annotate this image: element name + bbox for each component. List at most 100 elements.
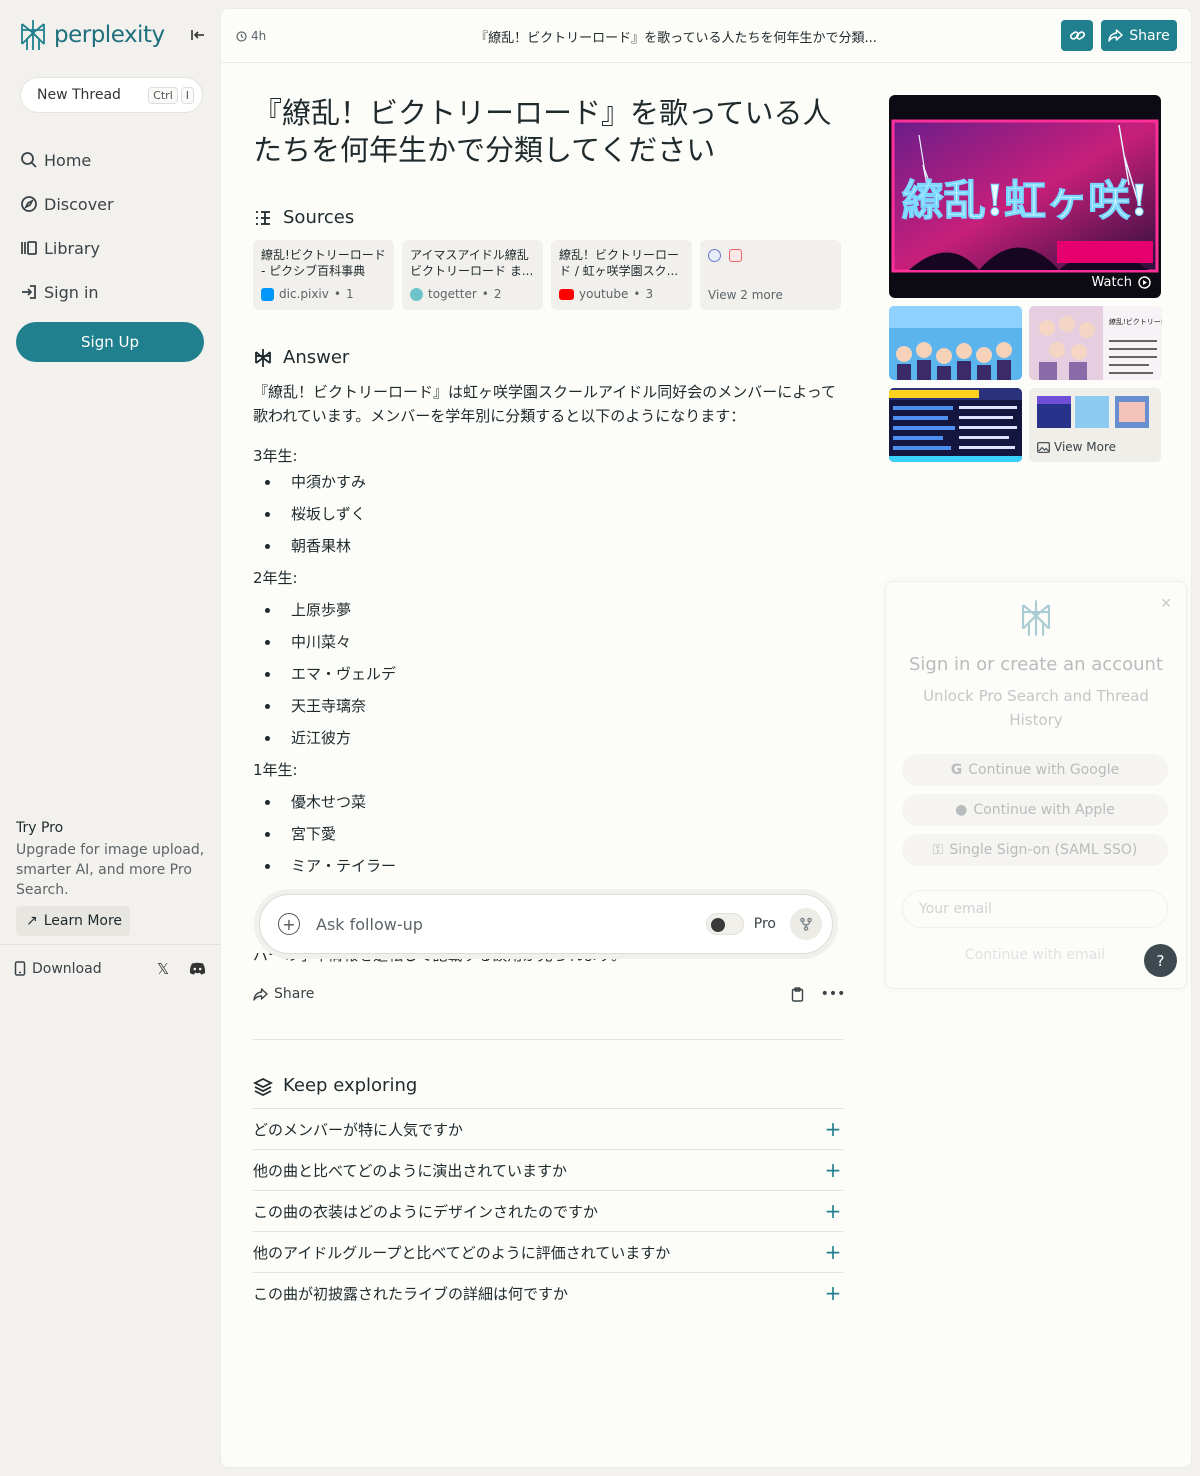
learn-more-label: Learn More [43, 913, 123, 929]
related-question-text: 他のアイドルグループと比べてどのように評価されていますか [253, 1243, 671, 1262]
list-item: 近江彼方 [253, 722, 843, 754]
related-question[interactable]: この曲が初披露されたライブの詳細は何ですか + [253, 1272, 843, 1313]
grade-heading: 1年生: [253, 761, 298, 779]
pro-toggle[interactable] [705, 913, 744, 935]
image-thumbnail[interactable] [889, 388, 1022, 462]
keep-exploring-label: Keep exploring [283, 1075, 418, 1096]
sources-section: Sources 繚乱!ビクトリーロード - ピクシブ百科事典 dic.pixiv… [253, 207, 843, 310]
pro-label: Pro [753, 916, 776, 932]
related-question[interactable]: どのメンバーが特に人気ですか + [253, 1108, 843, 1149]
close-icon[interactable]: ✕ [1160, 596, 1172, 612]
related-question[interactable]: 他の曲と比べてどのように演出されていますか + [253, 1149, 843, 1190]
watch-label-wrap: Watch [1092, 275, 1151, 290]
sign-in-subtitle: Unlock Pro Search and Thread History [923, 687, 1149, 729]
answer-actions: Share ••• [253, 984, 846, 1004]
sidebar-item-library[interactable]: Library [20, 226, 210, 270]
thread-age: 4h [236, 29, 266, 43]
continue-apple-button[interactable]: ● Continue with Apple [902, 794, 1168, 826]
continue-google-label: Continue with Google [968, 762, 1120, 778]
share-answer-label: Share [274, 986, 315, 1002]
main-panel: 4h 『繚乱！ビクトリーロード』を歌っている人たちを何年生かで分類... Sha… [220, 8, 1192, 1468]
share-icon [253, 987, 268, 1001]
source-number: 1 [345, 287, 354, 301]
sidebar-item-label: Discover [44, 194, 114, 214]
follow-up-input[interactable] [316, 914, 706, 934]
view-more-sources-card[interactable]: View 2 more [700, 240, 841, 310]
source-cards: 繚乱!ビクトリーロード - ピクシブ百科事典 dic.pixiv • 1 アイマ… [253, 240, 843, 310]
collapse-sidebar-icon[interactable] [190, 27, 208, 45]
layers-icon [253, 1077, 273, 1096]
list-item: 天王寺璃奈 [253, 690, 843, 722]
section-divider [253, 1039, 843, 1040]
sso-button[interactable]: ⚿ Single Sign-on (SAML SSO) [902, 834, 1168, 866]
related-question[interactable]: この曲の衣装はどのようにデザインされたのですか + [253, 1190, 843, 1231]
view-more-images-card[interactable]: View More [1029, 388, 1161, 462]
brand-name: perplexity [54, 22, 165, 48]
search-icon [21, 152, 37, 168]
answer-intro: 『繚乱！ビクトリーロード』は虹ヶ咲学園スクールアイドル同好会のメンバーによって歌… [253, 383, 837, 425]
source-card[interactable]: 繚乱!ビクトリーロード - ピクシブ百科事典 dic.pixiv • 1 [253, 240, 394, 310]
member-list: 上原歩夢 中川菜々 エマ・ヴェルデ 天王寺璃奈 近江彼方 [253, 594, 843, 754]
view-more-images: View More [1037, 440, 1116, 454]
try-pro-panel: Try Pro Upgrade for image upload, smarte… [16, 820, 206, 936]
new-thread-button[interactable]: New Thread Ctrl I [20, 77, 203, 113]
more-favicons [708, 249, 833, 262]
download-button[interactable]: Download [14, 961, 138, 977]
list-item: ミア・テイラー [253, 850, 843, 882]
sidebar: perplexity New Thread Ctrl I Home Discov… [0, 0, 220, 1476]
plus-icon: + [824, 1199, 842, 1223]
source-title: アイマスアイドル繚乱ビクトリーロード ま... [410, 248, 534, 278]
related-question-text: この曲が初披露されたライブの詳細は何ですか [253, 1284, 569, 1303]
share-thread-button[interactable]: Share [1101, 20, 1177, 51]
thread-age-label: 4h [251, 29, 267, 43]
list-item: 中川菜々 [253, 626, 843, 658]
grade-heading: 3年生: [253, 447, 298, 465]
learn-more-button[interactable]: ↗ Learn More [16, 906, 131, 936]
question-title: 『繚乱！ビクトリーロード』を歌っている人たちを何年生かで分類してください [253, 96, 832, 167]
continue-email-button[interactable]: Continue with email [902, 940, 1168, 970]
shortcut-key-i: I [180, 86, 194, 104]
source-card[interactable]: 繚乱！ビクトリーロード / 虹ヶ咲学園スク... youtube • 3 [551, 240, 692, 310]
more-options-icon[interactable]: ••• [821, 984, 846, 1004]
pixiv-favicon-icon [261, 287, 274, 301]
logo[interactable]: perplexity [18, 18, 165, 52]
sidebar-item-home[interactable]: Home [20, 138, 210, 182]
download-label: Download [32, 960, 102, 977]
sidebar-item-sign-in[interactable]: Sign in [20, 270, 210, 314]
watch-label: Watch [1091, 275, 1132, 290]
dot-separator: • [481, 287, 489, 301]
video-thumbnail[interactable]: 繚乱!虹ヶ咲! Watch [889, 95, 1161, 298]
source-card[interactable]: アイマスアイドル繚乱ビクトリーロード ま... togetter • 2 [402, 240, 543, 310]
related-question[interactable]: 他のアイドルグループと比べてどのように評価されていますか + [253, 1231, 843, 1272]
image-thumbnail[interactable] [889, 306, 1022, 380]
sign-in-title: Sign in or create an account [909, 654, 1163, 675]
image-artwork [889, 388, 1022, 462]
x-twitter-icon[interactable]: 𝕏 [154, 960, 172, 978]
attach-plus-icon[interactable]: + [278, 913, 300, 935]
globe-favicon-icon [708, 249, 721, 262]
sign-in-modal: ✕ Sign in or create an account Unlock Pr… [885, 581, 1187, 989]
source-site: togetter [428, 287, 477, 301]
perplexity-answer-icon [255, 348, 271, 367]
togetter-favicon-icon [410, 287, 423, 301]
dot-separator: • [333, 287, 341, 301]
email-field[interactable] [902, 890, 1168, 928]
sidebar-footer: Download 𝕏 [0, 944, 220, 992]
image-thumbnail[interactable]: 繚乱!ビクトリーロード [1029, 306, 1162, 380]
sidebar-item-label: Home [44, 150, 92, 170]
plus-icon: + [824, 1281, 842, 1305]
source-number: 2 [493, 287, 502, 301]
copy-link-button[interactable] [1061, 20, 1093, 51]
source-site: dic.pixiv [279, 287, 329, 301]
copy-clipboard-icon[interactable] [787, 984, 807, 1004]
sso-label: Single Sign-on (SAML SSO) [949, 842, 1138, 858]
share-answer-button[interactable]: Share [253, 986, 771, 1002]
discord-icon[interactable] [188, 960, 206, 978]
sign-up-button[interactable]: Sign Up [16, 322, 204, 362]
sign-in-icon [22, 285, 36, 299]
sidebar-item-discover[interactable]: Discover [20, 182, 210, 226]
help-button[interactable]: ? [1144, 944, 1177, 977]
continue-google-button[interactable]: G Continue with Google [902, 754, 1168, 786]
image-artwork: 繚乱!ビクトリーロード [1029, 306, 1162, 380]
submit-button[interactable] [790, 908, 822, 940]
